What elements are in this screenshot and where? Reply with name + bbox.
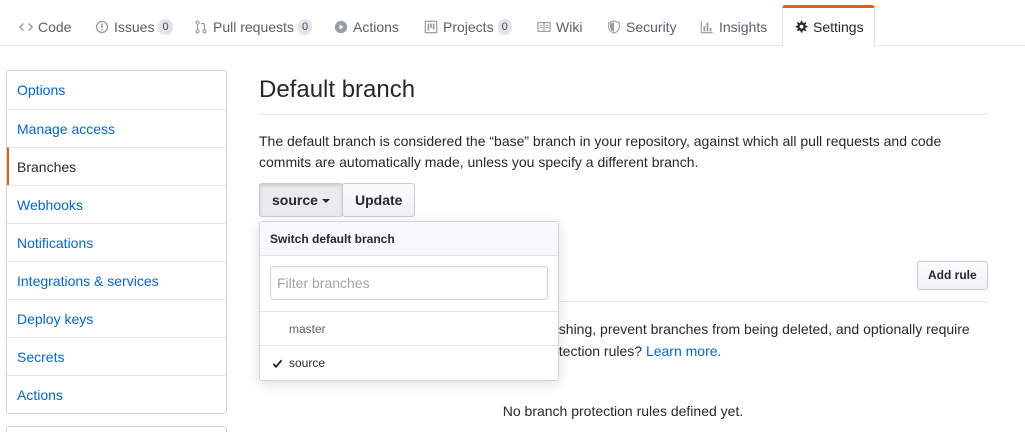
sidebar-item-deploy-keys[interactable]: Deploy keys	[7, 299, 226, 337]
play-icon	[333, 19, 349, 35]
tab-pull-requests-label: Pull requests	[213, 18, 294, 35]
dropdown-header: Switch default branch	[260, 222, 558, 256]
branch-option-label: source	[289, 356, 326, 370]
page-title: Default branch	[259, 70, 987, 115]
tab-insights[interactable]: Insights	[689, 7, 777, 46]
tab-projects[interactable]: Projects 0	[413, 7, 522, 46]
tab-settings[interactable]: Settings	[782, 5, 875, 47]
caret-down-icon	[321, 199, 330, 204]
tab-wiki-label: Wiki	[556, 18, 583, 35]
project-icon	[423, 19, 439, 35]
branch-option-master[interactable]: master	[260, 312, 558, 346]
pull-requests-count-badge: 0	[297, 18, 313, 35]
issues-count-badge: 0	[158, 18, 173, 35]
tab-security-label: Security	[626, 18, 677, 35]
tab-code-label: Code	[38, 18, 72, 35]
sidebar-item-integrations-services[interactable]: Integrations & services	[7, 261, 226, 299]
tab-actions[interactable]: Actions	[323, 7, 409, 46]
tab-security[interactable]: Security	[596, 7, 687, 46]
default-branch-section: Default branch	[259, 70, 987, 115]
projects-count-badge: 0	[497, 18, 512, 35]
tab-insights-label: Insights	[719, 18, 768, 35]
graph-icon	[699, 19, 715, 35]
branch-option-source[interactable]: source	[260, 346, 558, 380]
sidebar-item-manage-access[interactable]: Manage access	[7, 109, 226, 147]
tab-code[interactable]: Code	[8, 7, 81, 46]
sidebar-item-actions[interactable]: Actions	[7, 375, 226, 413]
empty-state-text: No branch protection rules defined yet.	[502, 403, 744, 419]
sidebar-item-secrets[interactable]: Secrets	[7, 337, 226, 375]
branch-select-label: source	[272, 192, 318, 208]
tab-issues-label: Issues	[114, 18, 155, 35]
filter-branches-input[interactable]	[270, 266, 548, 300]
learn-more-link[interactable]: Learn more.	[646, 343, 721, 359]
update-button[interactable]: Update	[342, 183, 416, 217]
code-icon	[18, 19, 34, 35]
tab-pull-requests[interactable]: Pull requests 0	[183, 7, 322, 46]
repo-nav-tabs: Code Issues 0 Pull requests 0 Actions Pr…	[0, 0, 1025, 47]
switch-branch-dropdown: Switch default branch master source	[259, 221, 559, 381]
tab-projects-label: Projects	[443, 18, 494, 35]
filter-container	[260, 256, 558, 312]
branch-select-button[interactable]: source	[259, 183, 343, 217]
tab-wiki[interactable]: Wiki	[526, 7, 592, 46]
sidebar-item-options[interactable]: Options	[7, 71, 226, 109]
check-icon	[269, 346, 285, 380]
tab-settings-label: Settings	[813, 19, 864, 35]
branch-option-label: master	[289, 322, 326, 336]
protection-text-line-2: otection rules?	[551, 343, 643, 359]
tab-actions-label: Actions	[353, 18, 399, 35]
shield-icon	[606, 19, 622, 35]
default-branch-description: The default branch is considered the “ba…	[259, 133, 942, 170]
issue-icon	[94, 19, 110, 35]
sidebar-secondary-menu	[6, 426, 227, 432]
sidebar-item-webhooks[interactable]: Webhooks	[7, 185, 226, 223]
sidebar-item-notifications[interactable]: Notifications	[7, 223, 226, 261]
tab-issues[interactable]: Issues 0	[84, 7, 183, 46]
book-icon	[536, 19, 552, 35]
gear-icon	[793, 19, 809, 35]
settings-sidebar: Options Manage access Branches Webhooks …	[6, 70, 227, 414]
sidebar-item-branches[interactable]: Branches	[7, 147, 226, 185]
add-rule-button[interactable]: Add rule	[917, 261, 988, 290]
pull-request-icon	[193, 19, 209, 35]
